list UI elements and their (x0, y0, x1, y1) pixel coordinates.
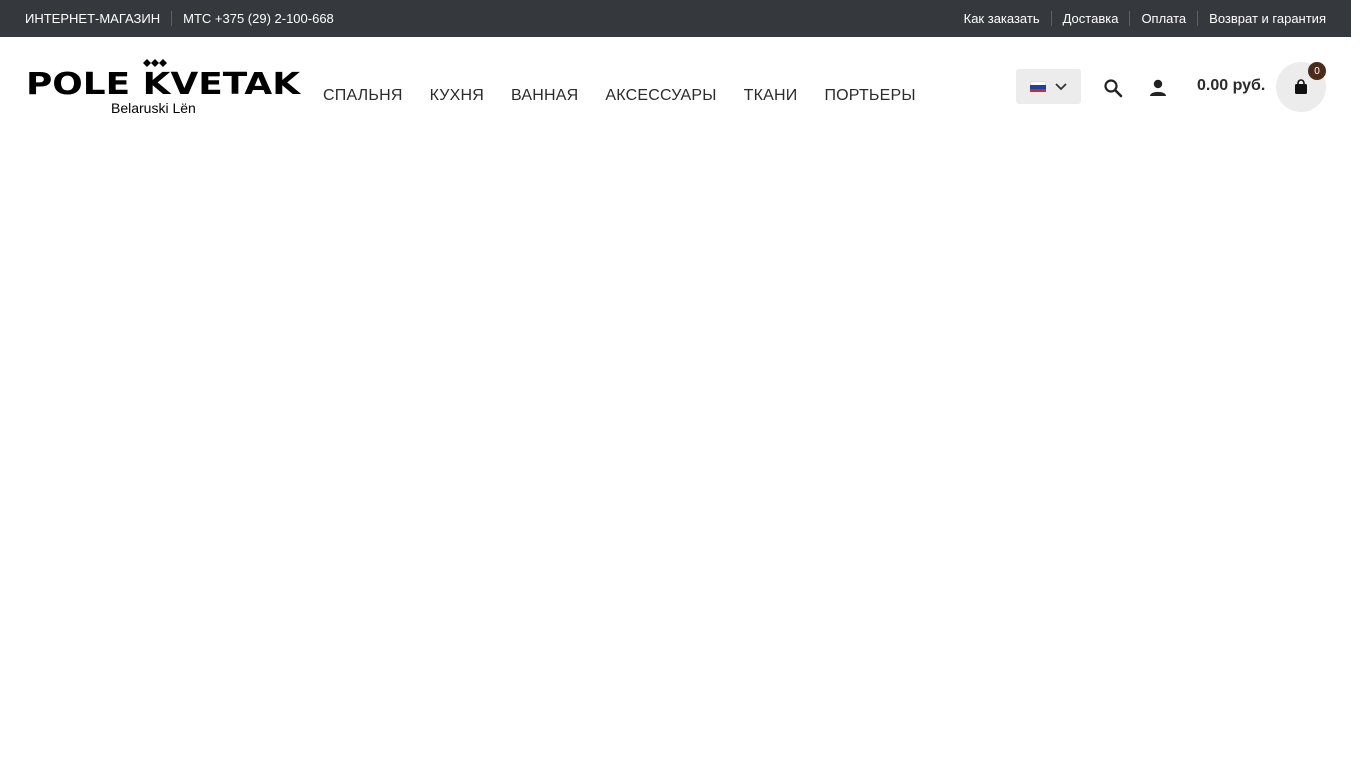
logo-diamonds-icon (143, 59, 167, 67)
divider (171, 11, 173, 26)
nav-item-fabrics[interactable]: ТКАНИ (744, 87, 798, 105)
divider (1050, 11, 1052, 26)
chevron-down-icon (1055, 82, 1067, 90)
shop-label: ИНТЕРНЕТ-МАГАЗИН (25, 11, 161, 26)
divider (1197, 11, 1199, 26)
cart-count-badge: 0 (1308, 62, 1326, 80)
cart-total[interactable]: 0.00 руб. (1197, 77, 1265, 95)
nav-item-bedroom[interactable]: СПАЛЬНЯ (323, 87, 403, 105)
link-returns[interactable]: Возврат и гарантия (1209, 11, 1326, 26)
nav-item-kitchen[interactable]: КУХНЯ (430, 87, 484, 105)
main-header: POLE KVETAK Belaruski Lën СПАЛЬНЯ КУХНЯ … (0, 37, 1351, 137)
phone-number[interactable]: МТС +375 (29) 2-100-668 (183, 11, 334, 26)
link-delivery[interactable]: Доставка (1063, 11, 1119, 26)
nav-item-accessories[interactable]: АКСЕССУАРЫ (605, 87, 716, 105)
main-nav: СПАЛЬНЯ КУХНЯ ВАННАЯ АКСЕССУАРЫ ТКАНИ ПО… (323, 87, 943, 105)
logo-brand-text: POLE KVETAK (26, 67, 302, 102)
link-how-to-order[interactable]: Как заказать (964, 11, 1040, 26)
link-payment[interactable]: Оплата (1141, 11, 1186, 26)
top-bar: ИНТЕРНЕТ-МАГАЗИН МТС +375 (29) 2-100-668… (0, 0, 1351, 37)
search-icon[interactable] (1103, 78, 1123, 98)
divider (1129, 11, 1131, 26)
nav-item-curtains[interactable]: ПОРТЬЕРЫ (824, 87, 915, 105)
top-bar-links: Как заказать Доставка Оплата Возврат и г… (964, 0, 1326, 37)
russian-flag-icon (1030, 81, 1046, 92)
top-bar-left: ИНТЕРНЕТ-МАГАЗИН МТС +375 (29) 2-100-668 (25, 0, 334, 37)
nav-item-bathroom[interactable]: ВАННАЯ (511, 87, 578, 105)
user-account-icon[interactable] (1148, 78, 1168, 98)
language-selector[interactable] (1016, 69, 1081, 104)
logo-tagline-text: Belaruski Lën (111, 100, 196, 116)
site-logo[interactable]: POLE KVETAK Belaruski Lën (26, 59, 302, 117)
shopping-bag-icon (1295, 79, 1307, 94)
